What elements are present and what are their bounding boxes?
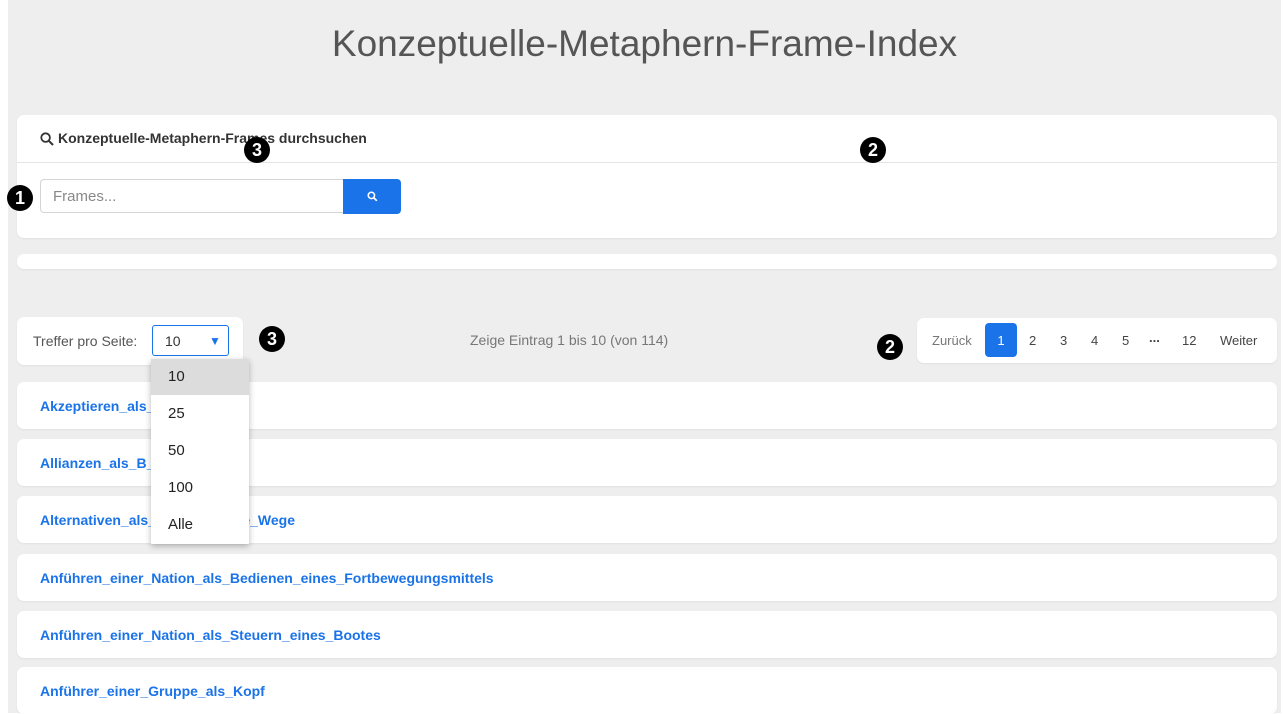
pagination-ellipsis: ... [1149,330,1160,345]
page-2-button[interactable]: 2 [1029,333,1036,348]
per-page-control: Treffer pro Seite: 10 ▼ [17,317,243,365]
per-page-dropdown: 10 25 50 100 Alle [151,359,249,544]
page-12-button[interactable]: 12 [1182,333,1196,348]
per-page-option-100[interactable]: 100 [151,470,249,506]
annotation-marker: 1 [7,185,33,211]
per-page-option-25[interactable]: 25 [151,396,249,432]
result-row: Anführen_einer_Nation_als_Steuern_eines_… [17,611,1277,658]
result-row: Anführen_einer_Nation_als_Bedienen_eines… [17,554,1277,601]
pagination-next[interactable]: Weiter [1220,333,1257,348]
per-page-label: Treffer pro Seite: [33,333,138,349]
page-title: Konzeptuelle-Metaphern-Frame-Index [331,23,958,64]
frame-link[interactable]: Anführen_einer_Nation_als_Bedienen_eines… [40,570,494,586]
search-panel: Konzeptuelle-Metaphern-Frames durchsuche… [17,115,1277,238]
annotation-marker: 2 [877,334,903,360]
per-page-option-all[interactable]: Alle [151,507,249,543]
page-5-button[interactable]: 5 [1122,333,1129,348]
search-heading: Konzeptuelle-Metaphern-Frames durchsuche… [58,130,367,146]
frame-link[interactable]: Akzeptieren_als_ [40,398,154,414]
annotation-marker: 2 [860,137,886,163]
per-page-select[interactable]: 10 ▼ [152,325,229,356]
search-icon [366,191,377,202]
result-row: Anführer_einer_Gruppe_als_Kopf [17,667,1277,714]
per-page-option-10[interactable]: 10 [151,359,249,395]
pagination: Zurück 1 2 3 4 5 ... 12 Weiter [917,318,1277,363]
frame-link[interactable]: Anführer_einer_Gruppe_als_Kopf [40,683,265,699]
page-3-button[interactable]: 3 [1060,333,1067,348]
caret-down-icon: ▼ [209,334,221,348]
page-4-button[interactable]: 4 [1091,333,1098,348]
filter-panel [17,254,1277,269]
annotation-marker: 3 [244,137,270,163]
pagination-prev[interactable]: Zurück [932,333,972,348]
frame-link[interactable]: Anführen_einer_Nation_als_Steuern_eines_… [40,627,381,643]
per-page-value: 10 [165,333,181,349]
search-icon [40,132,54,146]
entries-info: Zeige Eintrag 1 bis 10 (von 114) [470,332,669,348]
search-button[interactable] [343,179,401,214]
frames-search-input[interactable] [40,179,344,213]
annotation-marker: 3 [259,326,285,352]
page-1-button[interactable]: 1 [985,323,1017,357]
search-panel-header: Konzeptuelle-Metaphern-Frames durchsuche… [17,115,1277,163]
per-page-option-50[interactable]: 50 [151,433,249,469]
